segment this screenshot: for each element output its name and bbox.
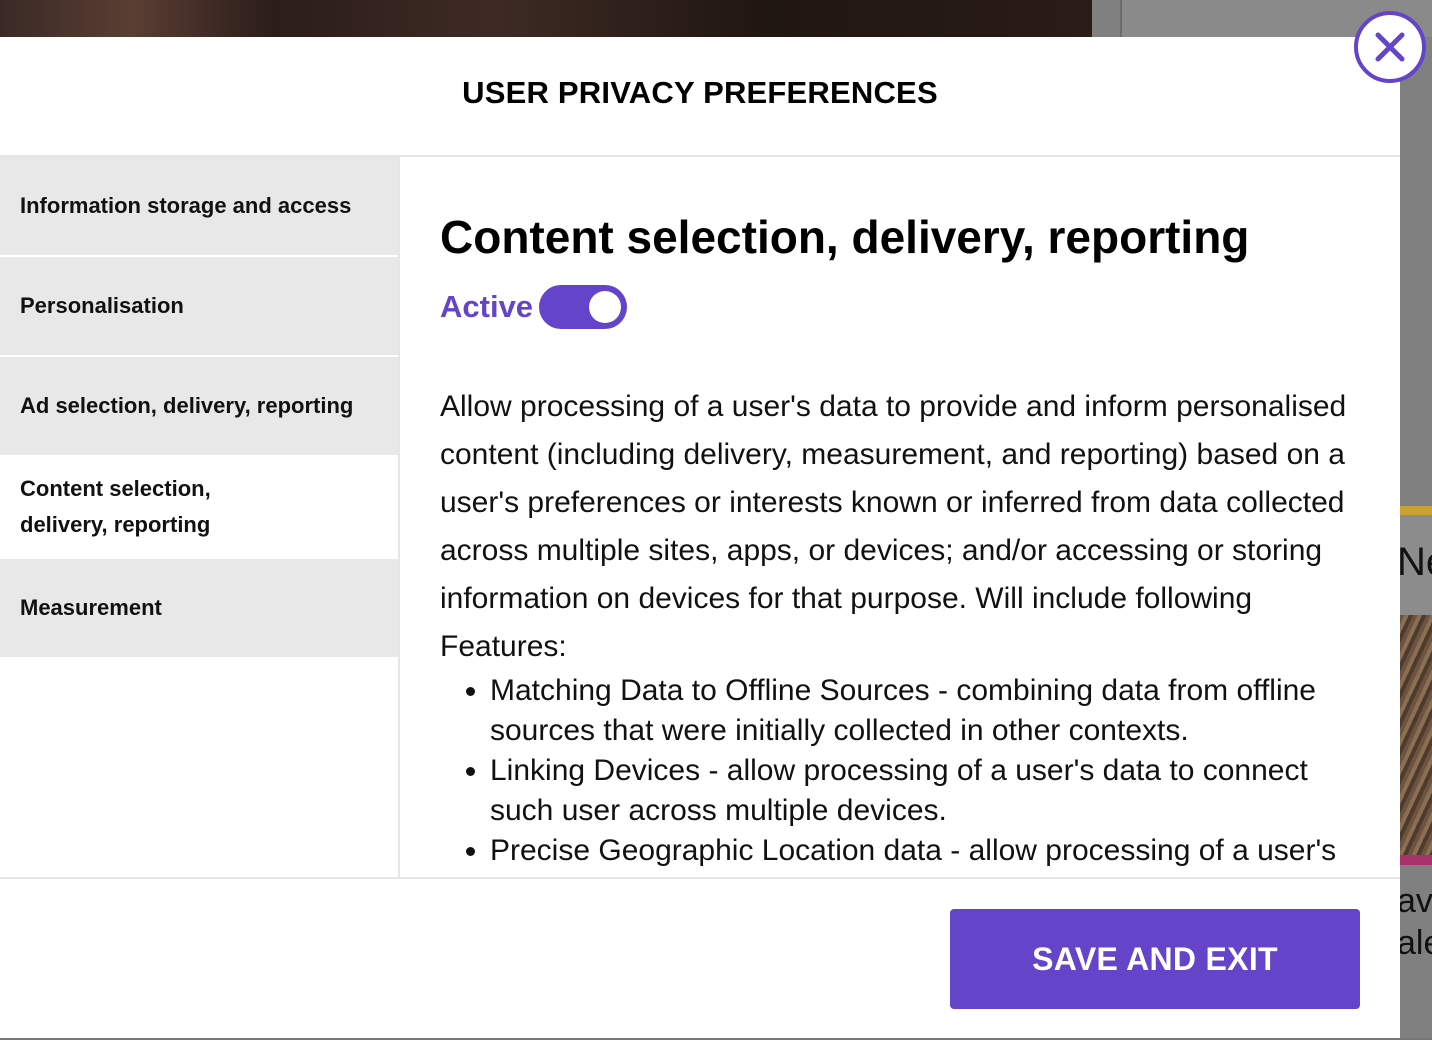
save-and-exit-button[interactable]: SAVE AND EXIT [950, 909, 1360, 1009]
feature-item: Matching Data to Offline Sources - combi… [490, 671, 1360, 751]
purpose-details: Content selection, delivery, reporting A… [440, 157, 1360, 877]
feature-item: Precise Geographic Location data - allow… [490, 831, 1360, 877]
feature-list: Matching Data to Offline Sources - combi… [440, 671, 1360, 877]
nav-item-label: Ad selection, delivery, reporting [20, 393, 354, 418]
purpose-nav: Information storage and access Personali… [0, 157, 400, 877]
modal-title: USER PRIVACY PREFERENCES [462, 75, 938, 110]
nav-item-label: Content selection, delivery, reporting [20, 476, 211, 537]
toggle-knob [589, 291, 622, 323]
background-teaser-line: ale [1397, 924, 1432, 962]
consent-status-row: Active [440, 285, 1360, 329]
nav-item-measurement[interactable]: Measurement [0, 559, 398, 659]
background-accent-line [1400, 855, 1432, 865]
nav-item-information-storage[interactable]: Information storage and access [0, 157, 398, 257]
modal-footer: SAVE AND EXIT [0, 877, 1400, 1040]
consent-status-label: Active [440, 289, 534, 324]
background-teaser: av ale [1397, 880, 1432, 964]
nav-item-label: Measurement [20, 595, 162, 620]
feature-item: Linking Devices - allow processing of a … [490, 751, 1360, 831]
modal-header: USER PRIVACY PREFERENCES [0, 37, 1400, 157]
nav-item-personalisation[interactable]: Personalisation [0, 257, 398, 357]
background-article-image [1400, 615, 1432, 865]
close-icon [1375, 32, 1405, 62]
close-button[interactable] [1354, 11, 1426, 83]
nav-item-ad-selection[interactable]: Ad selection, delivery, reporting [0, 357, 398, 457]
nav-item-content-selection[interactable]: Content selection, delivery, reporting [0, 457, 300, 559]
modal-body: Information storage and access Personali… [0, 157, 1400, 877]
nav-item-label: Information storage and access [20, 193, 352, 218]
purpose-description: Allow processing of a user's data to pro… [440, 390, 1347, 663]
privacy-preferences-modal: USER PRIVACY PREFERENCES Information sto… [0, 37, 1400, 1038]
nav-item-label: Personalisation [20, 293, 184, 318]
background-card-text: Ne [1397, 540, 1432, 584]
background-hero-image [0, 0, 1092, 37]
consent-toggle[interactable] [539, 285, 628, 329]
purpose-title: Content selection, delivery, reporting [440, 211, 1250, 263]
background-accent-bar [1400, 506, 1432, 515]
background-teaser-line: av [1397, 882, 1432, 920]
